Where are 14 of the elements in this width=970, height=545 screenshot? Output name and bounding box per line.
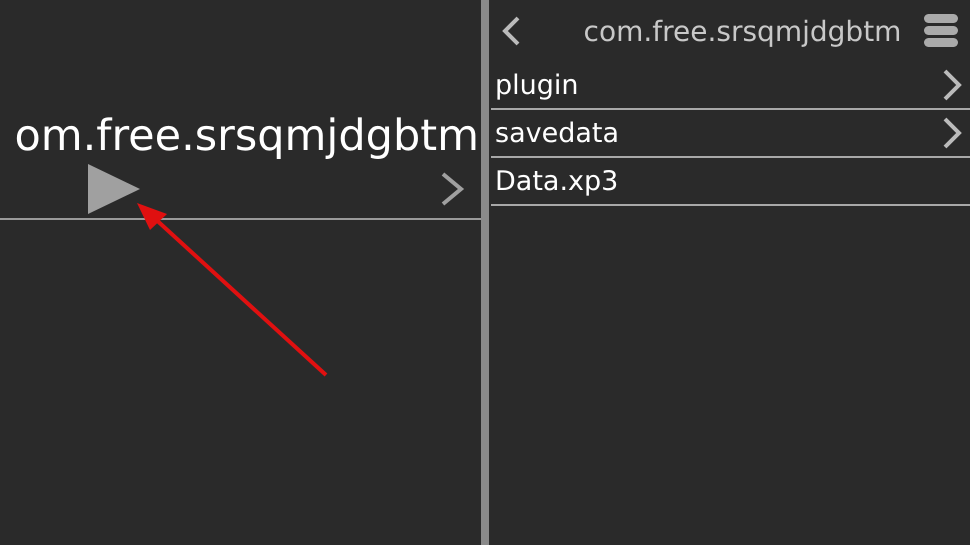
- file-list-item[interactable]: savedata: [491, 110, 970, 158]
- file-list-item[interactable]: Data.xp3: [491, 158, 970, 206]
- play-icon[interactable]: [88, 164, 140, 214]
- menu-icon[interactable]: [924, 14, 958, 48]
- app-title: om.free.srsqmjdgbtm: [14, 112, 479, 160]
- chevron-right-icon: [942, 117, 962, 149]
- file-list-item[interactable]: plugin: [491, 62, 970, 110]
- back-icon[interactable]: [501, 16, 521, 46]
- folder-title: com.free.srsqmjdgbtm: [584, 14, 902, 48]
- chevron-right-icon: [942, 69, 962, 101]
- folder-name: plugin: [495, 70, 579, 100]
- file-name: Data.xp3: [495, 166, 618, 196]
- folder-name: savedata: [495, 118, 620, 148]
- chevron-right-icon[interactable]: [439, 171, 465, 207]
